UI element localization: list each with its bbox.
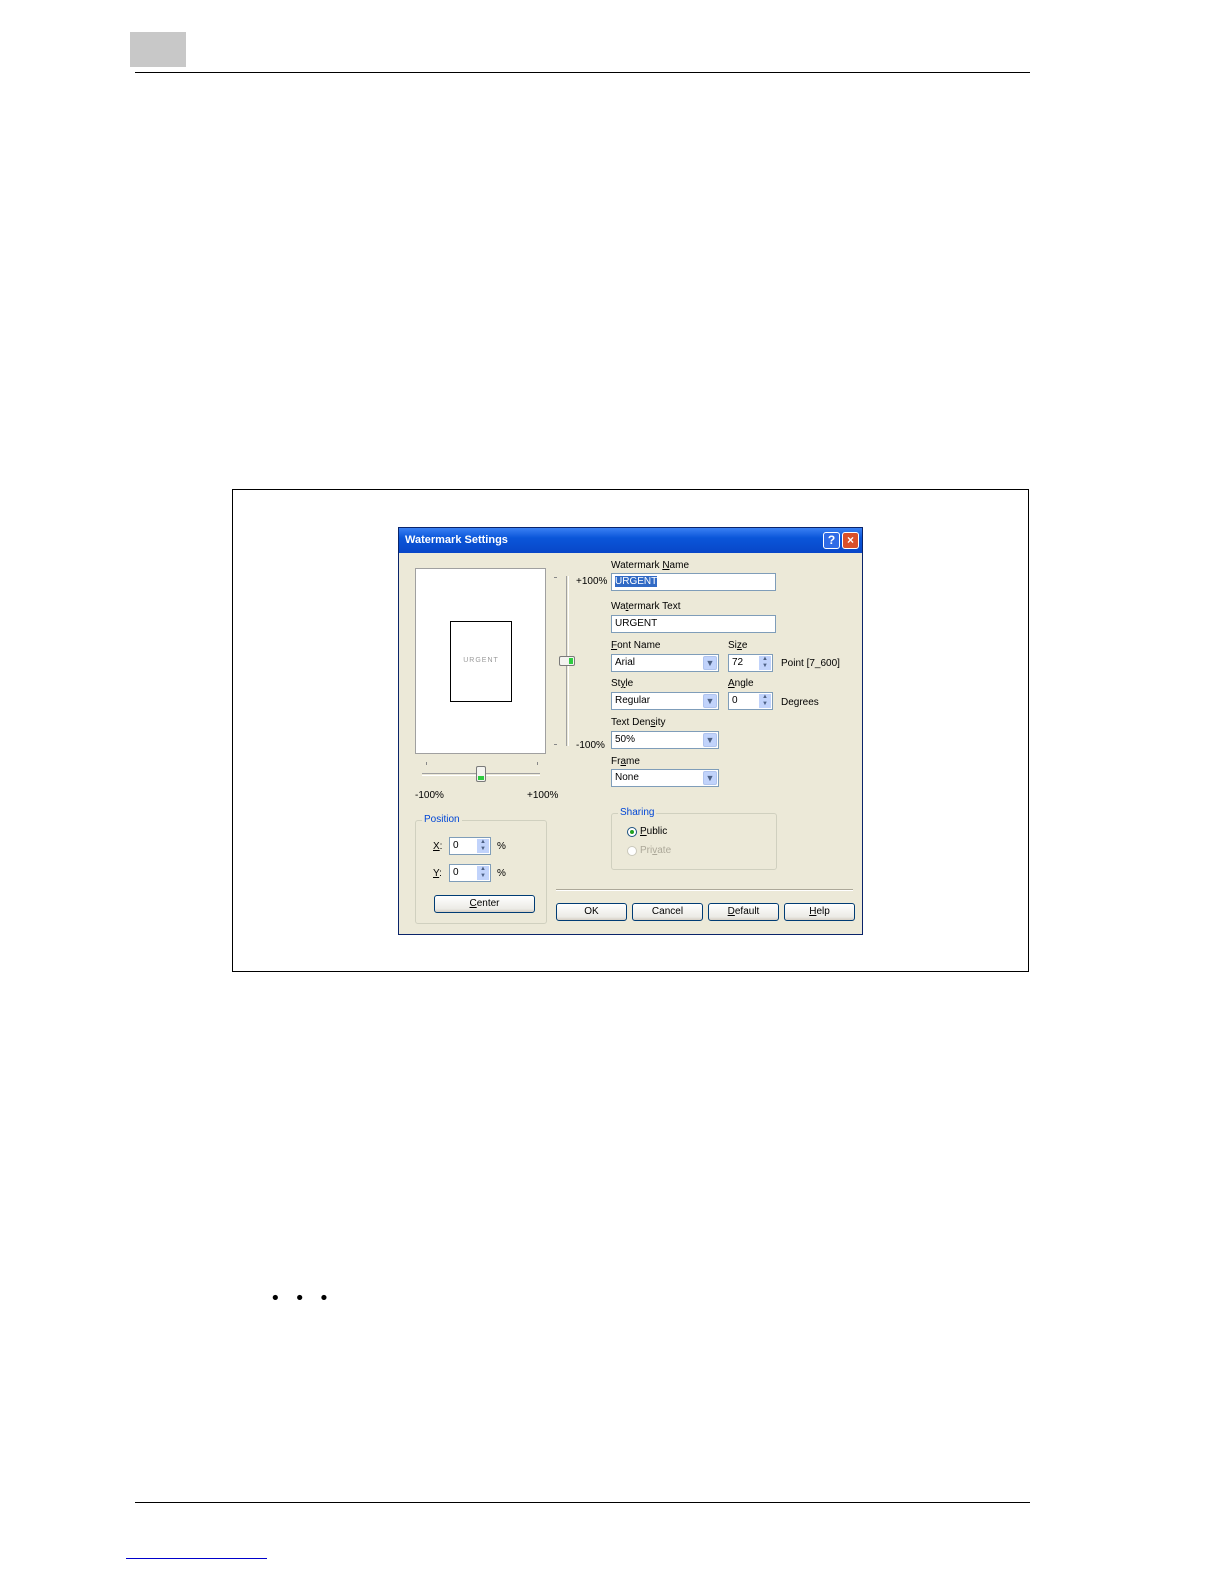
sharing-group: Sharing xyxy=(611,807,777,870)
size-unit: Point [7_600] xyxy=(781,658,840,669)
slider-tick xyxy=(537,762,538,765)
y-offset-value: 0 xyxy=(453,867,459,878)
angle-spinner[interactable]: 0 ▲ ▼ xyxy=(728,692,773,710)
watermark-name-value: URGENT xyxy=(615,576,658,587)
spin-up-icon[interactable]: ▲ xyxy=(759,694,771,701)
chapter-tab xyxy=(130,32,186,67)
slider-tick xyxy=(426,762,427,765)
help-button[interactable]: Help xyxy=(784,903,855,921)
horizontal-slider-min-label: -100% xyxy=(415,790,444,801)
chevron-down-icon[interactable]: ▼ xyxy=(703,733,717,747)
watermark-name-label: Watermark Name xyxy=(611,560,689,571)
continuation-marker: • • • xyxy=(270,1288,334,1309)
private-radio-label: Private xyxy=(640,845,672,856)
watermark-name-input[interactable]: URGENT xyxy=(611,573,776,591)
font-name-label: Font Name xyxy=(611,640,661,651)
public-radio-label[interactable]: Public xyxy=(640,826,667,837)
footer-rule xyxy=(135,1502,1030,1503)
ok-button[interactable]: OK xyxy=(556,903,627,921)
default-button[interactable]: Default xyxy=(708,903,779,921)
watermark-text-input[interactable]: URGENT xyxy=(611,615,776,633)
watermark-text-value: URGENT xyxy=(615,618,658,629)
spin-up-icon[interactable]: ▲ xyxy=(759,656,771,663)
size-value: 72 xyxy=(732,657,744,668)
spin-down-icon[interactable]: ▼ xyxy=(477,873,489,880)
spin-up-icon[interactable]: ▲ xyxy=(477,866,489,873)
position-group-label: Position xyxy=(422,814,462,825)
public-radio[interactable] xyxy=(627,827,637,837)
angle-unit: Degrees xyxy=(781,697,819,708)
vertical-slider-max-label: +100% xyxy=(576,576,608,587)
spin-down-icon[interactable]: ▼ xyxy=(759,663,771,670)
size-spinner[interactable]: 72 ▲ ▼ xyxy=(728,654,773,672)
vertical-slider-thumb[interactable] xyxy=(559,656,575,666)
x-offset-value: 0 xyxy=(453,840,459,851)
private-radio xyxy=(627,846,637,856)
footer-link-underline xyxy=(126,1558,267,1559)
preview-page: URGENT xyxy=(450,621,512,702)
size-label: Size xyxy=(728,640,748,651)
horizontal-slider-max-label: +100% xyxy=(527,790,559,801)
style-label: Style xyxy=(611,678,634,689)
close-icon[interactable]: × xyxy=(842,532,859,549)
frame-select[interactable]: None ▼ xyxy=(611,769,719,787)
center-button[interactable]: Center xyxy=(434,895,535,913)
y-label: Y: xyxy=(433,868,442,879)
dialog-titlebar[interactable]: Watermark Settings ? × xyxy=(399,528,862,553)
sharing-group-label: Sharing xyxy=(618,807,657,818)
y-unit: % xyxy=(497,868,506,879)
horizontal-slider-thumb[interactable] xyxy=(476,766,486,782)
font-name-select[interactable]: Arial ▼ xyxy=(611,654,719,672)
spin-down-icon[interactable]: ▼ xyxy=(477,846,489,853)
text-density-select[interactable]: 50% ▼ xyxy=(611,731,719,749)
x-offset-spinner[interactable]: 0 ▲ ▼ xyxy=(449,837,491,855)
angle-value: 0 xyxy=(732,695,738,706)
chevron-down-icon[interactable]: ▼ xyxy=(703,771,717,785)
cancel-button[interactable]: Cancel xyxy=(632,903,703,921)
watermark-settings-dialog: Watermark Settings ? × URGENT +100% -100… xyxy=(398,527,863,935)
spin-down-icon[interactable]: ▼ xyxy=(759,701,771,708)
text-density-label: Text Density xyxy=(611,717,666,728)
text-density-value: 50% xyxy=(615,734,636,745)
chevron-down-icon[interactable]: ▼ xyxy=(703,656,717,670)
button-separator xyxy=(556,889,853,891)
vertical-slider-min-label: -100% xyxy=(576,740,605,751)
style-value: Regular xyxy=(615,695,651,706)
dialog-title: Watermark Settings xyxy=(405,534,508,546)
slider-tick xyxy=(554,744,557,745)
watermark-preview: URGENT xyxy=(415,568,546,754)
spin-up-icon[interactable]: ▲ xyxy=(477,839,489,846)
font-name-value: Arial xyxy=(615,657,636,668)
header-rule xyxy=(135,72,1030,73)
chevron-down-icon[interactable]: ▼ xyxy=(703,694,717,708)
frame-value: None xyxy=(615,772,639,783)
style-select[interactable]: Regular ▼ xyxy=(611,692,719,710)
x-unit: % xyxy=(497,841,506,852)
slider-tick xyxy=(554,577,557,578)
help-icon[interactable]: ? xyxy=(823,532,840,549)
angle-label: Angle xyxy=(728,678,754,689)
x-label: X: xyxy=(433,841,443,852)
preview-watermark-text: URGENT xyxy=(463,657,499,664)
watermark-text-label: Watermark Text xyxy=(611,601,681,612)
frame-label: Frame xyxy=(611,756,640,767)
y-offset-spinner[interactable]: 0 ▲ ▼ xyxy=(449,864,491,882)
